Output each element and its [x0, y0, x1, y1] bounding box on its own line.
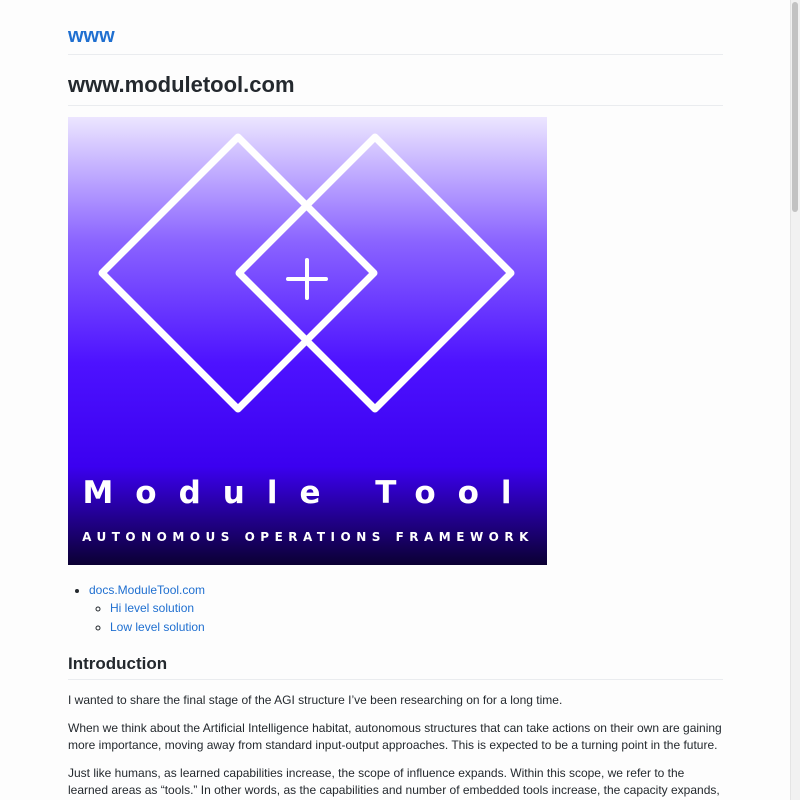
module-tool-logo-image: Module Tool AUTONOMOUS OPERATIONS FRAMEW…: [68, 117, 547, 565]
toc-link-docs[interactable]: docs.ModuleTool.com: [89, 583, 205, 597]
scrollbar-thumb[interactable]: [792, 2, 798, 212]
toc-sublist: Hi level solution Low level solution: [89, 599, 723, 636]
page-title: www.moduletool.com: [68, 71, 723, 106]
intro-paragraph-1: I wanted to share the final stage of the…: [68, 693, 563, 707]
intro-paragraph-2: When we think about the Artificial Intel…: [68, 720, 722, 753]
toc-root-item: docs.ModuleTool.com Hi level solution Lo…: [89, 581, 723, 636]
site-header: www: [68, 0, 723, 55]
page-content: www www.moduletool.com Module Tool AUTON…: [68, 0, 723, 800]
hero-title: Module Tool: [82, 475, 533, 511]
vertical-scrollbar[interactable]: [790, 0, 800, 800]
intro-paragraph-3: Just like humans, as learned capabilitie…: [68, 765, 720, 798]
introduction-heading: Introduction: [68, 653, 723, 680]
toc-item-low-level: Low level solution: [110, 618, 723, 636]
toc-item-hi-level: Hi level solution: [110, 599, 723, 617]
table-of-contents: docs.ModuleTool.com Hi level solution Lo…: [68, 581, 723, 636]
toc-link-low-level-solution[interactable]: Low level solution: [110, 620, 205, 634]
toc-link-hi-level-solution[interactable]: Hi level solution: [110, 601, 194, 615]
site-title-link[interactable]: www: [68, 24, 115, 48]
hero-subtitle: AUTONOMOUS OPERATIONS FRAMEWORK: [82, 530, 534, 544]
